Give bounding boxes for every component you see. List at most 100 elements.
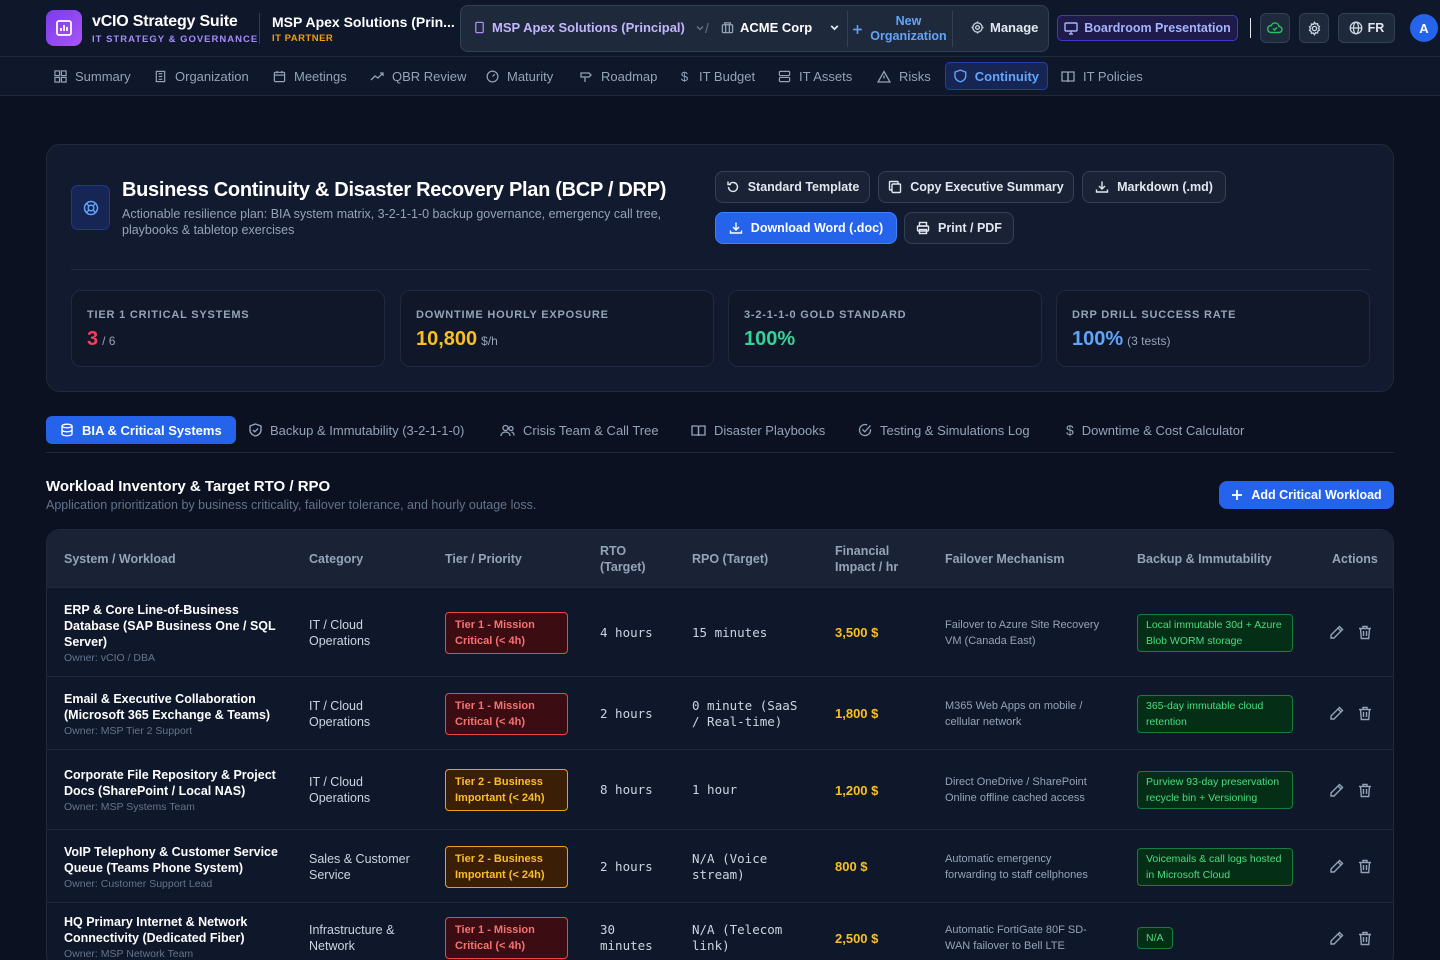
manage-button[interactable]: Manage	[971, 20, 1038, 35]
workload-owner: Owner: vCIO / DBA	[64, 651, 156, 664]
trash-icon[interactable]	[1358, 783, 1372, 798]
chevron-down-icon	[696, 25, 704, 30]
category-cell: IT / Cloud Operations	[309, 775, 371, 805]
avatar[interactable]: A	[1410, 14, 1438, 42]
financial-impact-cell: 1,200 $	[835, 782, 879, 798]
section-subtitle: Application prioritization by business c…	[46, 498, 537, 512]
copy-executive-summary-button[interactable]: Copy Executive Summary	[878, 171, 1074, 203]
workload-name: HQ Primary Internet & Network Connectivi…	[64, 915, 248, 945]
rto-cell: 30 minutes	[600, 922, 653, 953]
tab-downtime-calculator[interactable]: $ Downtime & Cost Calculator	[1052, 416, 1258, 444]
client-info: MSP Apex Solutions (Prin... IT PARTNER	[272, 14, 457, 44]
column-header-system[interactable]: System / Workload	[64, 530, 176, 587]
building-icon	[721, 22, 734, 34]
nav-item-maturity[interactable]: Maturity	[478, 62, 561, 90]
nav-item-organization[interactable]: Organization	[146, 62, 257, 90]
nav-item-roadmap[interactable]: Roadmap	[571, 62, 665, 90]
trash-icon[interactable]	[1358, 706, 1372, 721]
nav-item-it-policies[interactable]: IT Policies	[1053, 62, 1151, 90]
divider	[1250, 18, 1251, 38]
copy-icon	[889, 180, 902, 194]
printer-icon	[916, 221, 930, 235]
kpi-value: 100%	[1072, 328, 1124, 350]
new-organization-button[interactable]: New Organization	[847, 11, 953, 47]
financial-impact-cell: 2,500 $	[835, 930, 879, 946]
nav-label: Organization	[175, 68, 249, 84]
org-switcher: MSP Apex Solutions (Principal) / ACME Co…	[460, 5, 1049, 52]
tab-crisis-team[interactable]: Crisis Team & Call Tree	[486, 416, 673, 444]
settings-button[interactable]	[1299, 13, 1329, 43]
principal-org-label: MSP Apex Solutions (Principal)	[492, 20, 685, 35]
edit-icon[interactable]	[1329, 859, 1344, 874]
column-header-category[interactable]: Category	[309, 530, 363, 587]
language-toggle[interactable]: FR	[1338, 13, 1395, 43]
backup-badge: 365-day immutable cloud retention	[1137, 694, 1293, 733]
grid-icon	[54, 69, 67, 83]
trash-icon[interactable]	[1358, 931, 1372, 946]
edit-icon[interactable]	[1329, 706, 1344, 721]
nav-label: IT Budget	[699, 68, 756, 84]
add-critical-workload-label: Add Critical Workload	[1251, 488, 1382, 502]
tab-bia-critical-systems[interactable]: BIA & Critical Systems	[46, 416, 236, 444]
kpi-unit: (3 tests)	[1127, 334, 1171, 348]
nav-item-it-assets[interactable]: IT Assets	[770, 62, 860, 90]
workload-cell: ERP & Core Line-of-Business Database (SA…	[64, 588, 284, 677]
column-header-tier[interactable]: Tier / Priority	[445, 530, 522, 587]
standard-template-button[interactable]: Standard Template	[715, 171, 870, 203]
edit-icon[interactable]	[1329, 931, 1344, 946]
nav-item-summary[interactable]: Summary	[46, 62, 139, 90]
workload-name: VoIP Telephony & Customer Service Queue …	[64, 844, 278, 875]
principal-org-select[interactable]: MSP Apex Solutions (Principal)	[473, 20, 705, 35]
new-organization-label: New Organization	[870, 14, 947, 43]
client-role: IT PARTNER	[272, 33, 334, 44]
edit-icon[interactable]	[1329, 625, 1344, 640]
chevron-down-icon[interactable]	[829, 22, 840, 33]
app-logo[interactable]	[46, 10, 82, 46]
backup-badge: Voicemails & call logs hosted in Microso…	[1137, 847, 1293, 886]
nav-item-meetings[interactable]: Meetings	[265, 62, 355, 90]
workload-name: Corporate File Repository & Project Docs…	[64, 768, 276, 798]
cloud-check-icon	[1267, 22, 1283, 34]
add-critical-workload-button[interactable]: Add Critical Workload	[1219, 481, 1394, 509]
trash-icon[interactable]	[1358, 625, 1372, 640]
boardroom-presentation-button[interactable]: Boardroom Presentation	[1057, 15, 1238, 41]
column-header-financial[interactable]: Financial Impact / hr	[835, 530, 915, 587]
current-org-label: ACME Corp	[740, 20, 813, 35]
kpi-downtime-exposure: DOWNTIME HOURLY EXPOSURE 10,800 $/h	[400, 290, 714, 367]
actions-cell	[1329, 750, 1372, 830]
tab-testing-simulations[interactable]: Testing & Simulations Log	[844, 416, 1044, 444]
manage-label: Manage	[990, 20, 1039, 35]
print-pdf-button[interactable]: Print / PDF	[904, 212, 1014, 244]
dollar-icon: $	[1066, 422, 1074, 438]
column-header-backup[interactable]: Backup & Immutability	[1137, 530, 1272, 587]
continuity-tabs: BIA & Critical Systems Backup & Immutabi…	[46, 416, 1394, 453]
nav-item-continuity[interactable]: Continuity	[945, 62, 1048, 90]
language-label: FR	[1367, 21, 1385, 35]
current-org-select[interactable]: ACME Corp	[721, 20, 812, 35]
actions-cell	[1329, 903, 1372, 960]
tier-cell: Tier 1 - Mission Critical (< 4h)	[445, 588, 568, 677]
tier-cell: Tier 2 - Business Important (< 24h)	[445, 750, 568, 830]
kpi-gold-standard: 3-2-1-1-0 GOLD STANDARD 100%	[728, 290, 1042, 367]
backup-badge: Local immutable 30d + Azure Blob WORM st…	[1137, 613, 1293, 652]
tab-backup-immutability[interactable]: Backup & Immutability (3-2-1-1-0)	[235, 416, 478, 444]
column-header-rpo[interactable]: RPO (Target)	[692, 530, 768, 587]
workload-owner: Owner: MSP Network Team	[64, 948, 194, 960]
column-header-rto[interactable]: RTO (Target)	[600, 530, 660, 587]
nav-item-it-budget[interactable]: $ IT Budget	[670, 62, 763, 90]
cloud-sync-button[interactable]	[1260, 13, 1290, 43]
tab-disaster-playbooks[interactable]: Disaster Playbooks	[677, 416, 839, 444]
gear-icon	[1308, 20, 1320, 36]
column-header-failover[interactable]: Failover Mechanism	[945, 530, 1065, 587]
edit-icon[interactable]	[1329, 783, 1344, 798]
column-header-actions: Actions	[1332, 551, 1378, 566]
nav-item-qbr-review[interactable]: QBR Review	[362, 62, 474, 90]
download-word-button[interactable]: Download Word (.doc)	[715, 212, 897, 244]
database-icon	[61, 423, 73, 437]
nav-item-risks[interactable]: Risks	[869, 62, 939, 90]
app-name: vCIO Strategy Suite	[92, 13, 238, 30]
markdown-export-button[interactable]: Markdown (.md)	[1082, 171, 1226, 203]
workload-cell: Corporate File Repository & Project Docs…	[64, 750, 284, 830]
trash-icon[interactable]	[1358, 859, 1372, 874]
reset-icon	[726, 181, 738, 193]
